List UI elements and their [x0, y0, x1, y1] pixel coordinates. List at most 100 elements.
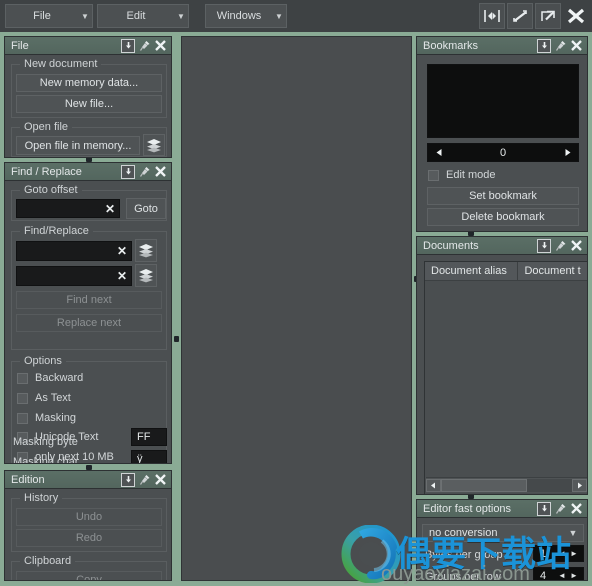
- menu-edit[interactable]: Edit ▼: [97, 4, 189, 28]
- hscroll-track[interactable]: [441, 479, 572, 492]
- panel-bookmarks-titlebar[interactable]: Bookmarks: [417, 37, 587, 55]
- hscroll-thumb[interactable]: [441, 479, 528, 492]
- panel-file-title: File: [11, 39, 29, 52]
- spinner-arrows-icon[interactable]: ◄: [556, 549, 568, 558]
- panel-title-icons: [121, 38, 169, 53]
- panel-documents-titlebar[interactable]: Documents: [417, 237, 587, 255]
- pin-icon[interactable]: [554, 39, 567, 52]
- close-panel-icon[interactable]: [154, 165, 167, 178]
- menu-windows-label: Windows: [216, 10, 262, 22]
- checkbox-edit-mode-label: Edit mode: [446, 169, 496, 181]
- close-panel-icon[interactable]: [570, 502, 583, 515]
- arrow-right-icon[interactable]: [572, 479, 587, 492]
- bytes-per-group-value: 1: [540, 547, 547, 560]
- masking-byte-input[interactable]: FF: [131, 428, 167, 446]
- layers-icon[interactable]: [135, 264, 157, 287]
- restore-window-icon[interactable]: [507, 3, 533, 29]
- bookmark-index-stepper[interactable]: 0: [427, 143, 579, 162]
- collapse-down-icon[interactable]: [121, 38, 135, 53]
- arrow-left-icon[interactable]: [428, 148, 450, 157]
- conversion-select[interactable]: no conversion ▼: [422, 524, 584, 542]
- maximize-window-icon[interactable]: [535, 3, 561, 29]
- checkbox-box[interactable]: [428, 169, 439, 181]
- panel-find-replace-titlebar[interactable]: Find / Replace: [5, 163, 171, 181]
- panel-title-icons: [537, 238, 585, 253]
- pin-icon[interactable]: [138, 39, 151, 52]
- spinner-arrows-icon[interactable]: ►: [568, 549, 580, 558]
- collapse-down-icon[interactable]: [537, 501, 551, 516]
- menu-windows[interactable]: Windows ▼: [205, 4, 287, 28]
- splitter-handle[interactable]: [174, 336, 179, 342]
- layers-icon[interactable]: [135, 239, 157, 262]
- close-panel-icon[interactable]: [570, 39, 583, 52]
- find-next-button[interactable]: Find next: [16, 291, 162, 309]
- copy-button[interactable]: Copy: [16, 571, 162, 580]
- redo-button[interactable]: Redo: [16, 529, 162, 547]
- clear-x-icon[interactable]: ✕: [115, 244, 129, 258]
- checkbox-box[interactable]: [17, 412, 28, 424]
- clear-x-icon[interactable]: ✕: [103, 202, 117, 216]
- close-panel-icon[interactable]: [570, 239, 583, 252]
- pin-icon[interactable]: [554, 239, 567, 252]
- replace-next-button[interactable]: Replace next: [16, 314, 162, 332]
- arrow-right-icon[interactable]: [556, 148, 578, 157]
- bytes-per-group-label: Bytes per group: [425, 549, 503, 561]
- bookmark-index-value: 0: [499, 146, 507, 159]
- groups-per-row-stepper[interactable]: 4 ◄ ►: [533, 567, 584, 580]
- goto-offset-input[interactable]: ✕: [16, 199, 120, 218]
- collapse-down-icon[interactable]: [121, 472, 135, 487]
- collapse-down-icon[interactable]: [537, 38, 551, 53]
- clear-x-icon[interactable]: ✕: [115, 269, 129, 283]
- set-bookmark-button[interactable]: Set bookmark: [427, 187, 579, 205]
- checkbox-backward-label: Backward: [35, 372, 84, 384]
- collapse-down-icon[interactable]: [121, 164, 135, 179]
- checkbox-box[interactable]: [17, 372, 28, 384]
- documents-hscrollbar[interactable]: [426, 477, 587, 493]
- panel-find-replace: Find / Replace Goto offset ✕ Goto Find/R…: [4, 162, 172, 464]
- panel-editor-fast-options-title: Editor fast options: [423, 502, 512, 515]
- close-panel-icon[interactable]: [154, 39, 167, 52]
- column-header-document-type[interactable]: Document t: [518, 262, 587, 281]
- menu-edit-label: Edit: [126, 10, 146, 22]
- close-panel-icon[interactable]: [154, 473, 167, 486]
- collapse-down-icon[interactable]: [537, 238, 551, 253]
- pin-icon[interactable]: [138, 165, 151, 178]
- arrow-left-icon[interactable]: [426, 479, 441, 492]
- close-window-icon[interactable]: [563, 3, 589, 29]
- delete-bookmark-button[interactable]: Delete bookmark: [427, 208, 579, 226]
- column-header-document-alias[interactable]: Document alias: [425, 262, 519, 281]
- panel-edition-titlebar[interactable]: Edition: [5, 471, 171, 489]
- panel-edition-body: History Undo Redo Clipboard Copy: [5, 489, 171, 580]
- new-file-button[interactable]: New file...: [16, 95, 162, 113]
- new-memory-data-button[interactable]: New memory data...: [16, 74, 162, 92]
- panel-editor-fast-options-titlebar[interactable]: Editor fast options: [417, 500, 587, 518]
- goto-button[interactable]: Goto: [126, 198, 166, 219]
- pin-icon[interactable]: [138, 473, 151, 486]
- split-horizontal-icon[interactable]: [479, 3, 505, 29]
- panel-edition: Edition History Undo Redo Clipboard Copy: [4, 470, 172, 581]
- masking-byte-label: Masking byte: [13, 436, 78, 448]
- bookmarks-list[interactable]: [427, 64, 579, 138]
- panel-file-titlebar[interactable]: File: [5, 37, 171, 55]
- pin-icon[interactable]: [554, 502, 567, 515]
- menu-file-label: File: [33, 10, 51, 22]
- find-input[interactable]: ✕: [16, 241, 132, 261]
- replace-input[interactable]: ✕: [16, 266, 132, 286]
- menu-file[interactable]: File ▼: [5, 4, 93, 28]
- checkbox-backward[interactable]: Backward: [17, 372, 83, 384]
- checkbox-as-text[interactable]: As Text: [17, 392, 71, 404]
- undo-button[interactable]: Undo: [16, 508, 162, 526]
- documents-table[interactable]: Document alias Document t: [424, 261, 587, 494]
- spinner-arrows-icon[interactable]: ◄: [556, 571, 568, 580]
- splitter-left[interactable]: [172, 36, 181, 581]
- checkbox-box[interactable]: [17, 392, 28, 404]
- open-file-in-memory-button[interactable]: Open file in memory...: [16, 136, 140, 155]
- bytes-per-group-stepper[interactable]: 1 ◄ ►: [533, 545, 584, 562]
- spinner-arrows-icon[interactable]: ►: [568, 571, 580, 580]
- layers-icon[interactable]: [143, 134, 165, 156]
- checkbox-masking[interactable]: Masking: [17, 412, 76, 424]
- checkbox-edit-mode[interactable]: Edit mode: [428, 169, 496, 181]
- group-history-label: History: [20, 492, 63, 504]
- editor-canvas[interactable]: [181, 36, 412, 581]
- masking-char-input[interactable]: ÿ: [131, 450, 167, 463]
